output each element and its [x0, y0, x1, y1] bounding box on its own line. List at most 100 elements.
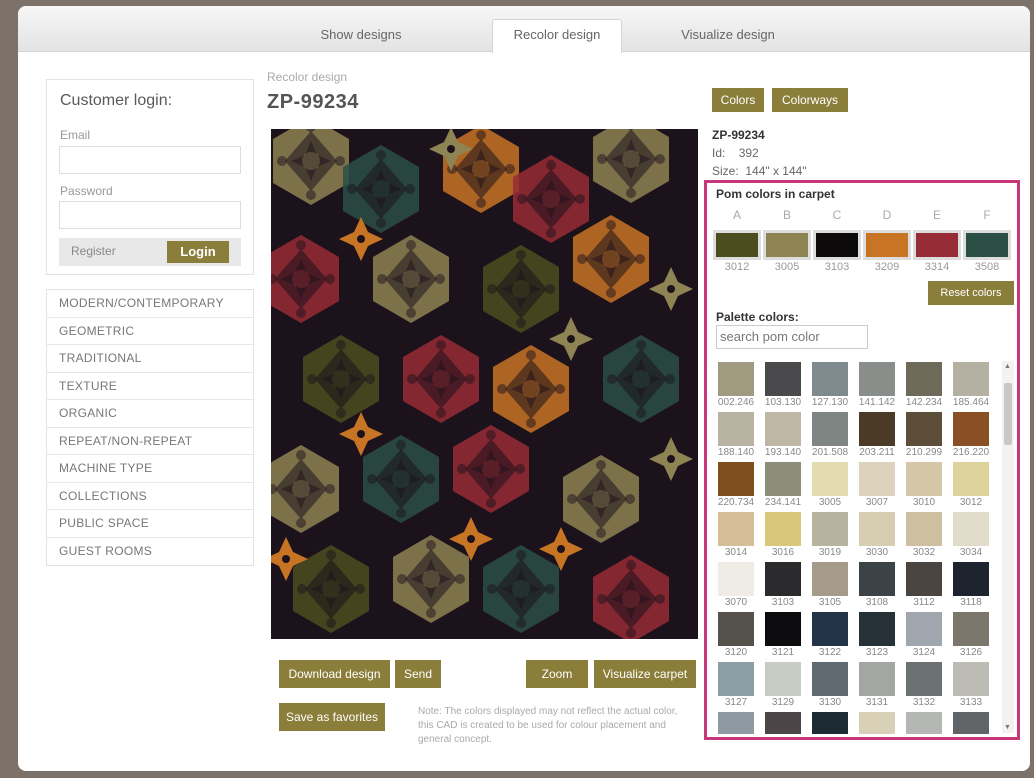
palette-swatch[interactable]: 188.140 — [713, 412, 759, 458]
category-item[interactable]: ORGANIC — [47, 400, 253, 428]
palette-swatch[interactable]: 3130 — [807, 662, 853, 708]
pom-swatch[interactable] — [763, 230, 811, 260]
palette-swatch-color — [765, 612, 801, 646]
palette-scrollbar[interactable]: ▲ ▼ — [1002, 361, 1014, 733]
palette-swatch[interactable]: 3121 — [760, 612, 806, 658]
palette-swatch-color — [812, 462, 848, 496]
app-frame: Show designs Recolor design Visualize de… — [18, 6, 1030, 771]
palette-swatch[interactable]: 3016 — [760, 512, 806, 558]
palette-swatch[interactable]: 3010 — [901, 462, 947, 508]
palette-swatch[interactable]: 103.130 — [760, 362, 806, 408]
palette-swatch[interactable]: 3122 — [807, 612, 853, 658]
palette-swatch[interactable]: 3120 — [713, 612, 759, 658]
palette-swatch[interactable]: 3126 — [948, 612, 994, 658]
palette-swatch-code: 002.246 — [717, 397, 755, 408]
pom-swatch[interactable] — [963, 230, 1011, 260]
palette-swatch[interactable]: 3014 — [713, 512, 759, 558]
tab-recolor-design[interactable]: Recolor design — [492, 19, 622, 53]
palette-swatch-color — [765, 712, 801, 734]
palette-swatch-color — [812, 412, 848, 446]
colorways-button[interactable]: Colorways — [772, 88, 848, 112]
palette-swatch[interactable]: 3132 — [901, 662, 947, 708]
category-item[interactable]: MACHINE TYPE — [47, 455, 253, 483]
palette-swatch[interactable]: 193.140 — [760, 412, 806, 458]
tab-visualize-design[interactable]: Visualize design — [660, 20, 796, 52]
category-item[interactable]: PUBLIC SPACE — [47, 510, 253, 538]
palette-swatch[interactable]: 002.246 — [713, 362, 759, 408]
palette-swatch[interactable] — [901, 712, 947, 734]
category-item[interactable]: COLLECTIONS — [47, 483, 253, 510]
pom-code: 3508 — [974, 261, 1000, 273]
register-link[interactable]: Register — [71, 244, 116, 258]
visualize-carpet-button[interactable]: Visualize carpet — [594, 660, 696, 688]
pom-swatch[interactable] — [713, 230, 761, 260]
category-item[interactable]: REPEAT/NON-REPEAT — [47, 428, 253, 455]
pom-swatch[interactable] — [813, 230, 861, 260]
palette-swatch[interactable] — [854, 712, 900, 734]
palette-swatch-code: 3123 — [865, 647, 889, 658]
palette-swatch[interactable] — [948, 712, 994, 734]
category-item[interactable]: GUEST ROOMS — [47, 538, 253, 566]
palette-swatch[interactable]: 3131 — [854, 662, 900, 708]
category-item[interactable]: MODERN/CONTEMPORARY — [47, 290, 253, 318]
palette-swatch-code: 210.299 — [905, 447, 943, 458]
pom-swatch[interactable] — [913, 230, 961, 260]
palette-swatch-color — [718, 462, 754, 496]
scroll-thumb[interactable] — [1004, 383, 1012, 445]
palette-swatch[interactable]: 3123 — [854, 612, 900, 658]
palette-swatch[interactable]: 3012 — [948, 462, 994, 508]
scroll-down-icon[interactable]: ▼ — [1004, 724, 1011, 731]
palette-swatch[interactable]: 141.142 — [854, 362, 900, 408]
palette-swatch[interactable]: 201.508 — [807, 412, 853, 458]
palette-swatch[interactable]: 3105 — [807, 562, 853, 608]
scroll-up-icon[interactable]: ▲ — [1004, 363, 1011, 370]
email-field[interactable] — [59, 146, 241, 174]
category-item[interactable]: GEOMETRIC — [47, 318, 253, 345]
palette-swatch[interactable]: 3103 — [760, 562, 806, 608]
category-item[interactable]: TEXTURE — [47, 373, 253, 400]
colors-button[interactable]: Colors — [712, 88, 764, 112]
zoom-button[interactable]: Zoom — [526, 660, 588, 688]
palette-swatch[interactable]: 234.141 — [760, 462, 806, 508]
palette-swatch[interactable]: 3070 — [713, 562, 759, 608]
palette-swatch[interactable]: 210.299 — [901, 412, 947, 458]
palette-swatch[interactable]: 203.211 — [854, 412, 900, 458]
category-item[interactable]: TRADITIONAL — [47, 345, 253, 373]
reset-colors-button[interactable]: Reset colors — [928, 281, 1014, 305]
palette-swatch[interactable]: 3129 — [760, 662, 806, 708]
palette-swatch[interactable]: 3032 — [901, 512, 947, 558]
palette-swatch[interactable]: 216.220 — [948, 412, 994, 458]
password-field[interactable] — [59, 201, 241, 229]
palette-swatch-code: 3019 — [818, 547, 842, 558]
send-button[interactable]: Send — [395, 660, 441, 688]
palette-swatch[interactable]: 3005 — [807, 462, 853, 508]
palette-swatch[interactable]: 3112 — [901, 562, 947, 608]
login-title: Customer login: — [60, 92, 173, 109]
save-favorites-button[interactable]: Save as favorites — [279, 703, 385, 731]
palette-swatch[interactable] — [713, 712, 759, 734]
palette-swatch-color — [812, 612, 848, 646]
palette-swatch[interactable]: 3118 — [948, 562, 994, 608]
login-button[interactable]: Login — [167, 241, 229, 263]
download-design-button[interactable]: Download design — [279, 660, 390, 688]
palette-swatch[interactable]: 3007 — [854, 462, 900, 508]
palette-swatch[interactable]: 185.464 — [948, 362, 994, 408]
category-list: MODERN/CONTEMPORARY GEOMETRIC TRADITIONA… — [46, 289, 254, 566]
palette-swatch[interactable]: 3030 — [854, 512, 900, 558]
pom-swatch[interactable] — [863, 230, 911, 260]
palette-swatch[interactable]: 220.734 — [713, 462, 759, 508]
palette-swatch[interactable]: 3133 — [948, 662, 994, 708]
pom-code: 3012 — [724, 261, 750, 273]
palette-swatch[interactable]: 3019 — [807, 512, 853, 558]
palette-swatch-color — [812, 662, 848, 696]
palette-swatch[interactable] — [807, 712, 853, 734]
palette-swatch[interactable] — [760, 712, 806, 734]
palette-swatch[interactable]: 3108 — [854, 562, 900, 608]
palette-swatch[interactable]: 3124 — [901, 612, 947, 658]
palette-swatch[interactable]: 3034 — [948, 512, 994, 558]
tab-show-designs[interactable]: Show designs — [293, 20, 429, 52]
palette-swatch[interactable]: 127.130 — [807, 362, 853, 408]
search-pom-color-input[interactable]: search pom color — [716, 325, 868, 349]
palette-swatch[interactable]: 142.234 — [901, 362, 947, 408]
palette-swatch[interactable]: 3127 — [713, 662, 759, 708]
